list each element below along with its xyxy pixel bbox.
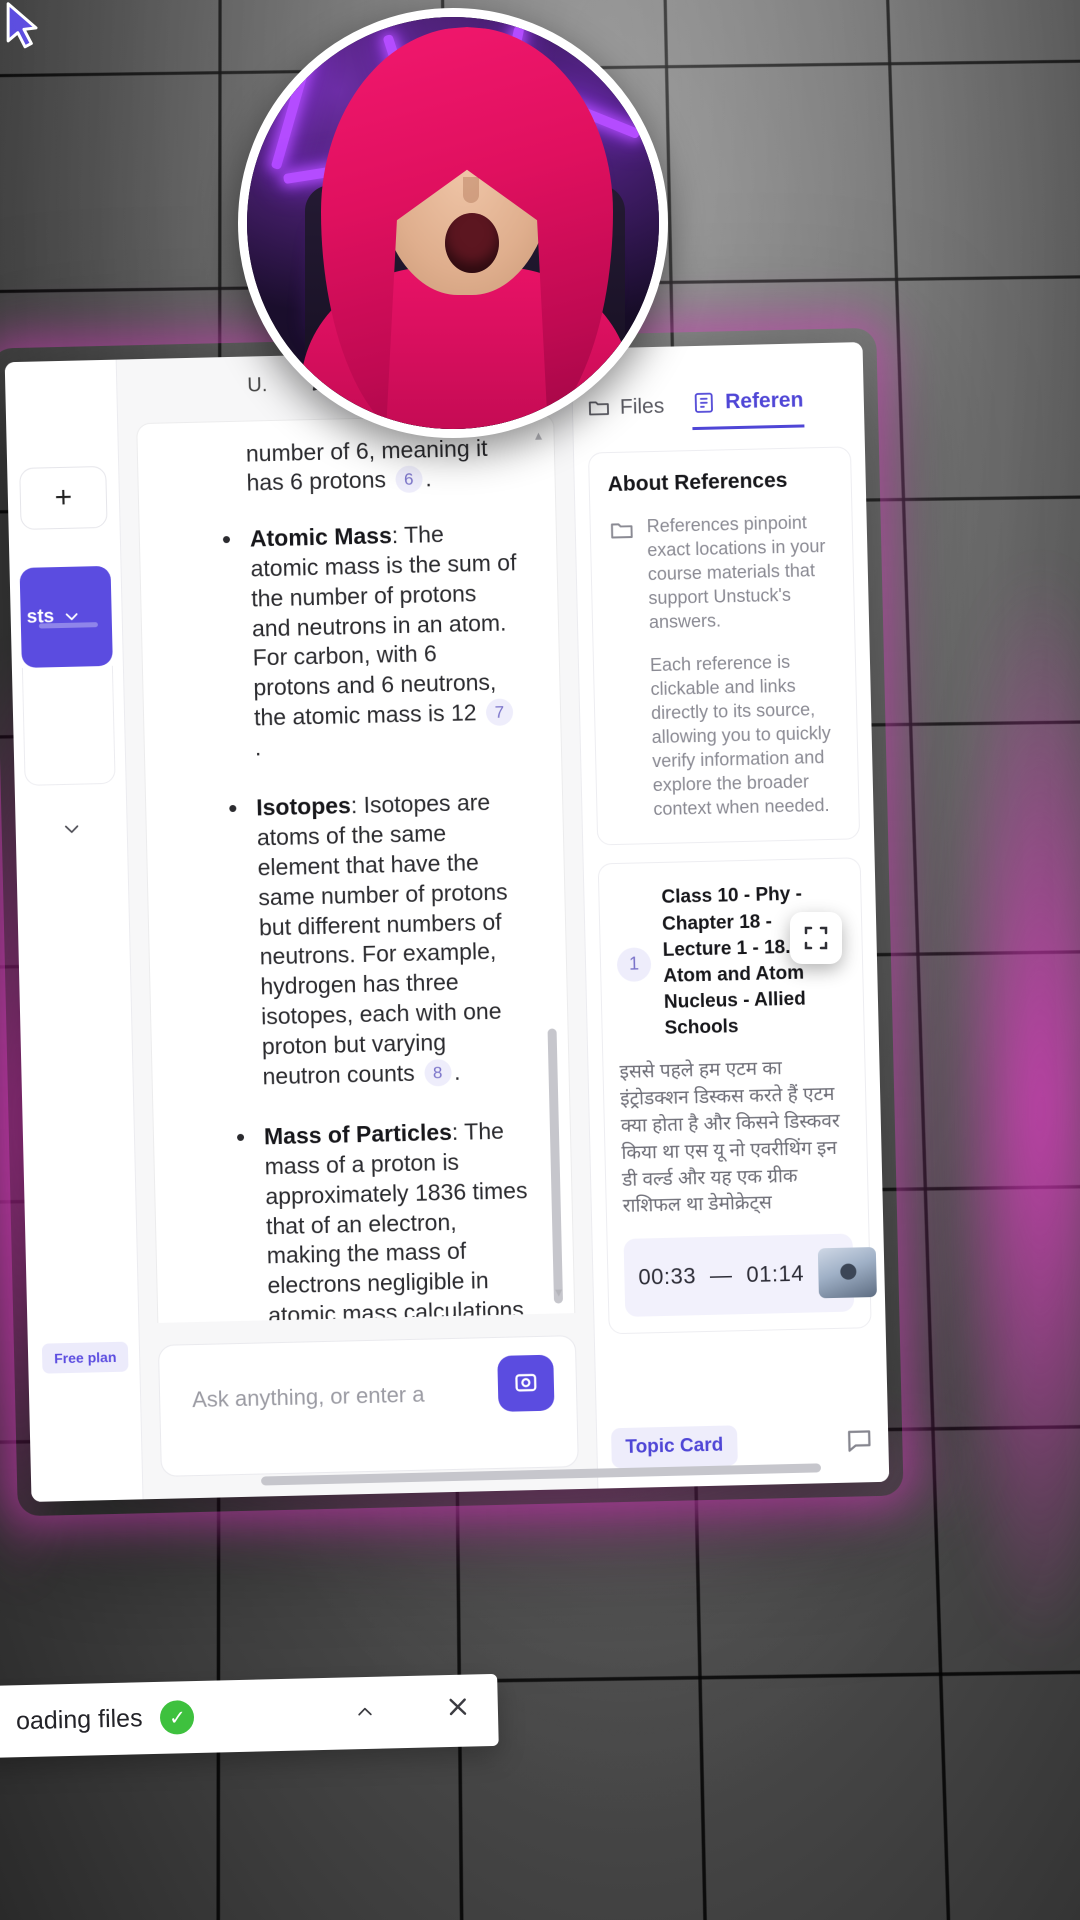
bullet-term: Atomic Mass: [249, 522, 393, 552]
chat-scroll-area[interactable]: number of 6, meaning it has 6 protons 6.…: [136, 413, 576, 1323]
timestamp-separator: —: [709, 1262, 733, 1289]
sidebar-section-header[interactable]: sts: [19, 565, 113, 668]
chevron-down-icon: [64, 825, 78, 833]
reference-number: 1: [616, 947, 652, 982]
success-check-icon: ✓: [160, 1700, 195, 1735]
about-title: About References: [607, 468, 788, 497]
comment-icon[interactable]: [844, 1425, 875, 1461]
paragraph-tail: .: [425, 465, 433, 492]
plan-badge: Free plan: [41, 1341, 129, 1374]
tab-references-label: Referen: [724, 388, 804, 414]
bullet-text: : Isotopes are atoms of the same element…: [256, 788, 508, 1090]
bullet-term: Mass of Particles: [263, 1118, 453, 1150]
close-icon[interactable]: [444, 1692, 473, 1729]
sidebar-collapse-button[interactable]: [15, 814, 127, 848]
folder-open-icon: [610, 523, 633, 539]
about-references-card: About References References pinpoint exa…: [587, 446, 861, 846]
composer[interactable]: Ask anything, or enter a: [157, 1335, 579, 1477]
message-paragraph: number of 6, meaning it has 6 protons 6.: [246, 433, 515, 498]
citation-chip[interactable]: 8: [423, 1058, 452, 1087]
timestamp-end: 01:14: [746, 1261, 805, 1288]
caret-down-icon[interactable]: ▼: [553, 1285, 565, 1299]
chevron-up-icon[interactable]: [350, 1696, 381, 1731]
chat-column: U. number of 6, meaning it has 6 protons…: [116, 348, 598, 1500]
bullet-text: : The atomic mass is the sum of the numb…: [250, 520, 517, 731]
plus-icon: +: [54, 480, 73, 515]
about-text: References pinpoint exact locations in y…: [646, 510, 840, 822]
about-paragraph: Each reference is clickable and links di…: [649, 651, 831, 820]
presenter-webcam-bubble: [238, 8, 668, 438]
about-paragraph: References pinpoint exact locations in y…: [646, 512, 826, 633]
citation-chip[interactable]: 7: [485, 698, 514, 727]
tab-references[interactable]: Referen: [691, 388, 804, 431]
sidebar-progress-bar: [38, 622, 98, 629]
video-thumbnail[interactable]: [817, 1247, 877, 1299]
timestamp-start: 00:33: [638, 1263, 697, 1291]
screenshot-capture-icon[interactable]: [790, 912, 842, 964]
bullet-list: Atomic Mass: The atomic mass is the sum …: [248, 518, 535, 1323]
sidebar-list-card: [21, 665, 116, 786]
screen-background: + sts Free plan number of 6, meaning it …: [0, 0, 1080, 1920]
app-window: + sts Free plan number of 6, meaning it …: [4, 342, 890, 1502]
list-item: Isotopes: Isotopes are atoms of the same…: [254, 787, 529, 1092]
list-item: Atomic Mass: The atomic mass is the sum …: [248, 518, 522, 763]
reference-transcript: इससे पहले हम एटम का इंट्रोडक्शन डिस्कस क…: [619, 1057, 840, 1218]
bullet-tail: .: [254, 734, 262, 761]
toast-message: oading files: [15, 1703, 143, 1735]
upload-toast: oading files ✓: [0, 1673, 499, 1759]
list-item: Mass of Particles: The mass of a proton …: [262, 1116, 535, 1323]
capture-send-icon[interactable]: [497, 1354, 555, 1412]
composer-placeholder: Ask anything, or enter a: [191, 1381, 425, 1413]
chat-messages: number of 6, meaning it has 6 protons 6.…: [137, 414, 575, 1323]
reference-icon: [695, 392, 714, 413]
bullet-tail: .: [453, 1058, 461, 1085]
references-panel: Files Referen About References: [570, 342, 890, 1489]
nose-shape: [463, 177, 479, 203]
timestamp-card[interactable]: 00:33 — 01:14: [623, 1233, 877, 1318]
caret-up-icon[interactable]: ▲: [532, 429, 544, 443]
topic-card-chip[interactable]: Topic Card: [610, 1425, 738, 1469]
paragraph-text: number of 6, meaning it has 6 protons: [245, 434, 488, 497]
new-chat-button[interactable]: +: [19, 465, 108, 530]
mouth-shape: [445, 213, 499, 273]
bullet-term: Isotopes: [255, 792, 352, 821]
citation-chip[interactable]: 6: [395, 465, 423, 494]
